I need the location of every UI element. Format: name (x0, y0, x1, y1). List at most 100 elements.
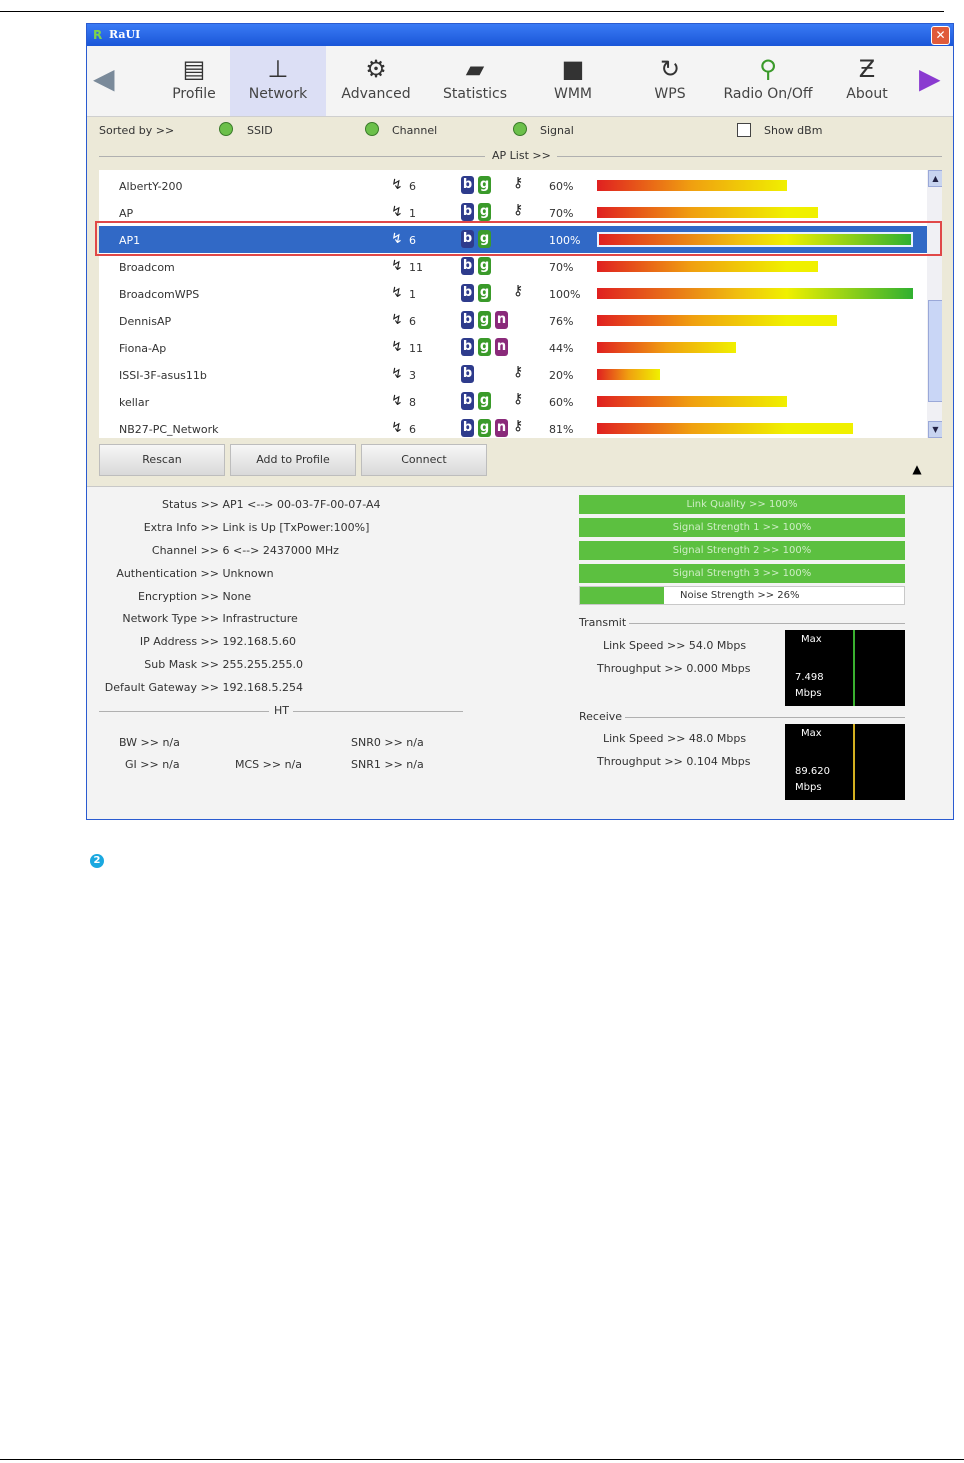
tab-about[interactable]: Ƶ About (827, 46, 907, 116)
page-bottom-rule (0, 1459, 964, 1460)
transmit-rule (629, 623, 905, 624)
ap-row[interactable]: BroadcomWPS ↯ 1 b g ⚷ 100% (99, 280, 927, 307)
ap-row[interactable]: ISSI-3F-asus11b ↯ 3 b ⚷ 20% (99, 361, 927, 388)
channel-icon: ↯ (391, 366, 403, 382)
ap-channel: 11 (409, 342, 423, 355)
channel-key: Channel >> (151, 544, 219, 557)
extra-info-key: Extra Info >> (143, 521, 219, 534)
sort-channel-label[interactable]: Channel (392, 124, 437, 137)
auth-key: Authentication >> (116, 567, 219, 580)
ap-row[interactable]: AlbertY-200 ↯ 6 b g ⚷ 60% (99, 172, 927, 199)
statistics-icon: ▰ (465, 55, 485, 83)
status-row: Status >> AP1 <--> 00-03-7F-00-07-A4 (97, 498, 380, 511)
mode-g-icon: g (478, 311, 491, 329)
tab-wps[interactable]: ↻ WPS (625, 46, 715, 116)
close-button[interactable]: ✕ (931, 26, 950, 45)
mode-n-icon: n (495, 311, 508, 329)
encryption-row: Encryption >> None (97, 590, 251, 603)
ap-list[interactable]: ▲ ▼ AlbertY-200 ↯ 6 b g ⚷ 60% AP ↯ 1 b g ⚷ 70% AP1 ↯ 6 b g… (99, 170, 942, 438)
sort-signal-label[interactable]: Signal (540, 124, 574, 137)
collapse-arrow-icon[interactable]: ▲ (887, 462, 947, 480)
scroll-up-icon[interactable]: ▲ (928, 170, 942, 187)
gateway-key: Default Gateway >> (104, 681, 219, 694)
add-to-profile-button[interactable]: Add to Profile (230, 444, 356, 476)
rescan-button[interactable]: Rescan (99, 444, 225, 476)
title-bar: R RaUI ✕ (87, 24, 953, 46)
tab-profile-label: Profile (172, 86, 216, 102)
snr1-value: SNR1 >> n/a (351, 758, 424, 771)
tab-profile[interactable]: ▤ Profile (149, 46, 239, 116)
tab-radio-label: Radio On/Off (723, 86, 813, 102)
back-arrow-icon[interactable]: ◀ (93, 64, 115, 94)
mcs-value: MCS >> n/a (235, 758, 302, 771)
transmit-graph: Max 7.498 Mbps (785, 630, 905, 706)
signal-strength-3-bar: Signal Strength 3 >> 100% (579, 564, 905, 583)
rx-graph-number: 89.620 (795, 766, 830, 777)
network-type-value: Infrastructure (222, 612, 298, 625)
ap-ssid: Fiona-Ap (119, 342, 167, 355)
signal-radio-icon[interactable] (513, 122, 527, 136)
tab-statistics[interactable]: ▰ Statistics (430, 46, 520, 116)
tab-network[interactable]: ⊥ Network (230, 46, 326, 116)
forward-arrow-icon[interactable]: ▶ (919, 64, 941, 94)
tx-graph-number: 7.498 (795, 672, 824, 683)
noise-strength-bar: Noise Strength >> 26% (579, 586, 905, 605)
wps-icon: ↻ (659, 55, 681, 83)
channel-radio-icon[interactable] (365, 122, 379, 136)
extra-info-value: Link is Up [TxPower:100%] (222, 521, 370, 534)
network-type-row: Network Type >> Infrastructure (97, 612, 298, 625)
mode-g-icon: g (478, 257, 491, 275)
ap-channel: 1 (409, 207, 416, 220)
ap-row[interactable]: NB27-PC_Network ↯ 6 b g n ⚷ 81% (99, 415, 927, 438)
signal-strength-1-bar: Signal Strength 1 >> 100% (579, 518, 905, 537)
tab-wmm[interactable]: ■ WMM (528, 46, 618, 116)
signal-bar (597, 180, 787, 191)
link-quality-bar: Link Quality >> 100% (579, 495, 905, 514)
network-type-key: Network Type >> (122, 612, 219, 625)
tab-radio-onoff[interactable]: ⚲ Radio On/Off (715, 46, 821, 116)
tab-advanced[interactable]: ⚙ Advanced (331, 46, 421, 116)
ap-signal-percent: 70% (549, 261, 574, 274)
ap-row[interactable]: kellar ↯ 8 b g ⚷ 60% (99, 388, 927, 415)
receive-label: Receive (579, 710, 623, 723)
ht-rule-right (293, 711, 463, 712)
ap-ssid: DennisAP (119, 315, 172, 328)
tab-statistics-label: Statistics (443, 86, 507, 102)
ap-list-scrollbar[interactable]: ▲ ▼ (927, 170, 942, 438)
tab-wmm-label: WMM (553, 86, 592, 102)
ap-ssid: AlbertY-200 (119, 180, 183, 193)
ht-rule-left (99, 711, 269, 712)
receive-rule (625, 717, 905, 718)
tx-graph-max: Max (801, 634, 822, 645)
sort-ssid-label[interactable]: SSID (247, 124, 273, 137)
noise-fill (580, 587, 664, 604)
show-dbm-checkbox[interactable] (737, 123, 751, 137)
signal-bar (597, 207, 818, 218)
mode-n-icon: n (495, 338, 508, 356)
aplist-rule-left (99, 156, 485, 157)
rx-graph-value: 89.620 Mbps (795, 764, 830, 796)
ssid-radio-icon[interactable] (219, 122, 233, 136)
signal-bar (597, 288, 913, 299)
show-dbm-label: Show dBm (764, 124, 823, 137)
sorted-by-label: Sorted by >> (99, 124, 175, 137)
tab-about-label: About (846, 86, 888, 102)
auth-row: Authentication >> Unknown (97, 567, 273, 580)
ap-row[interactable]: Fiona-Ap ↯ 11 b g n 44% (99, 334, 927, 361)
snr0-value: SNR0 >> n/a (351, 736, 424, 749)
tx-graph-unit: Mbps (795, 688, 822, 699)
ap-row[interactable]: DennisAP ↯ 6 b g n 76% (99, 307, 927, 334)
advanced-icon: ⚙ (365, 55, 387, 83)
lock-icon: ⚷ (513, 418, 524, 434)
scroll-thumb[interactable] (928, 300, 942, 402)
submask-key: Sub Mask >> (144, 658, 219, 671)
scroll-down-icon[interactable]: ▼ (928, 421, 942, 438)
ap-signal-percent: 60% (549, 180, 574, 193)
aplist-rule-right (557, 156, 942, 157)
receive-graph: Max 89.620 Mbps (785, 724, 905, 800)
ap-signal-percent: 70% (549, 207, 574, 220)
connect-button[interactable]: Connect (361, 444, 487, 476)
network-icon: ⊥ (267, 55, 289, 83)
ap-row[interactable]: Broadcom ↯ 11 b g 70% (99, 253, 927, 280)
wmm-icon: ■ (561, 55, 585, 83)
